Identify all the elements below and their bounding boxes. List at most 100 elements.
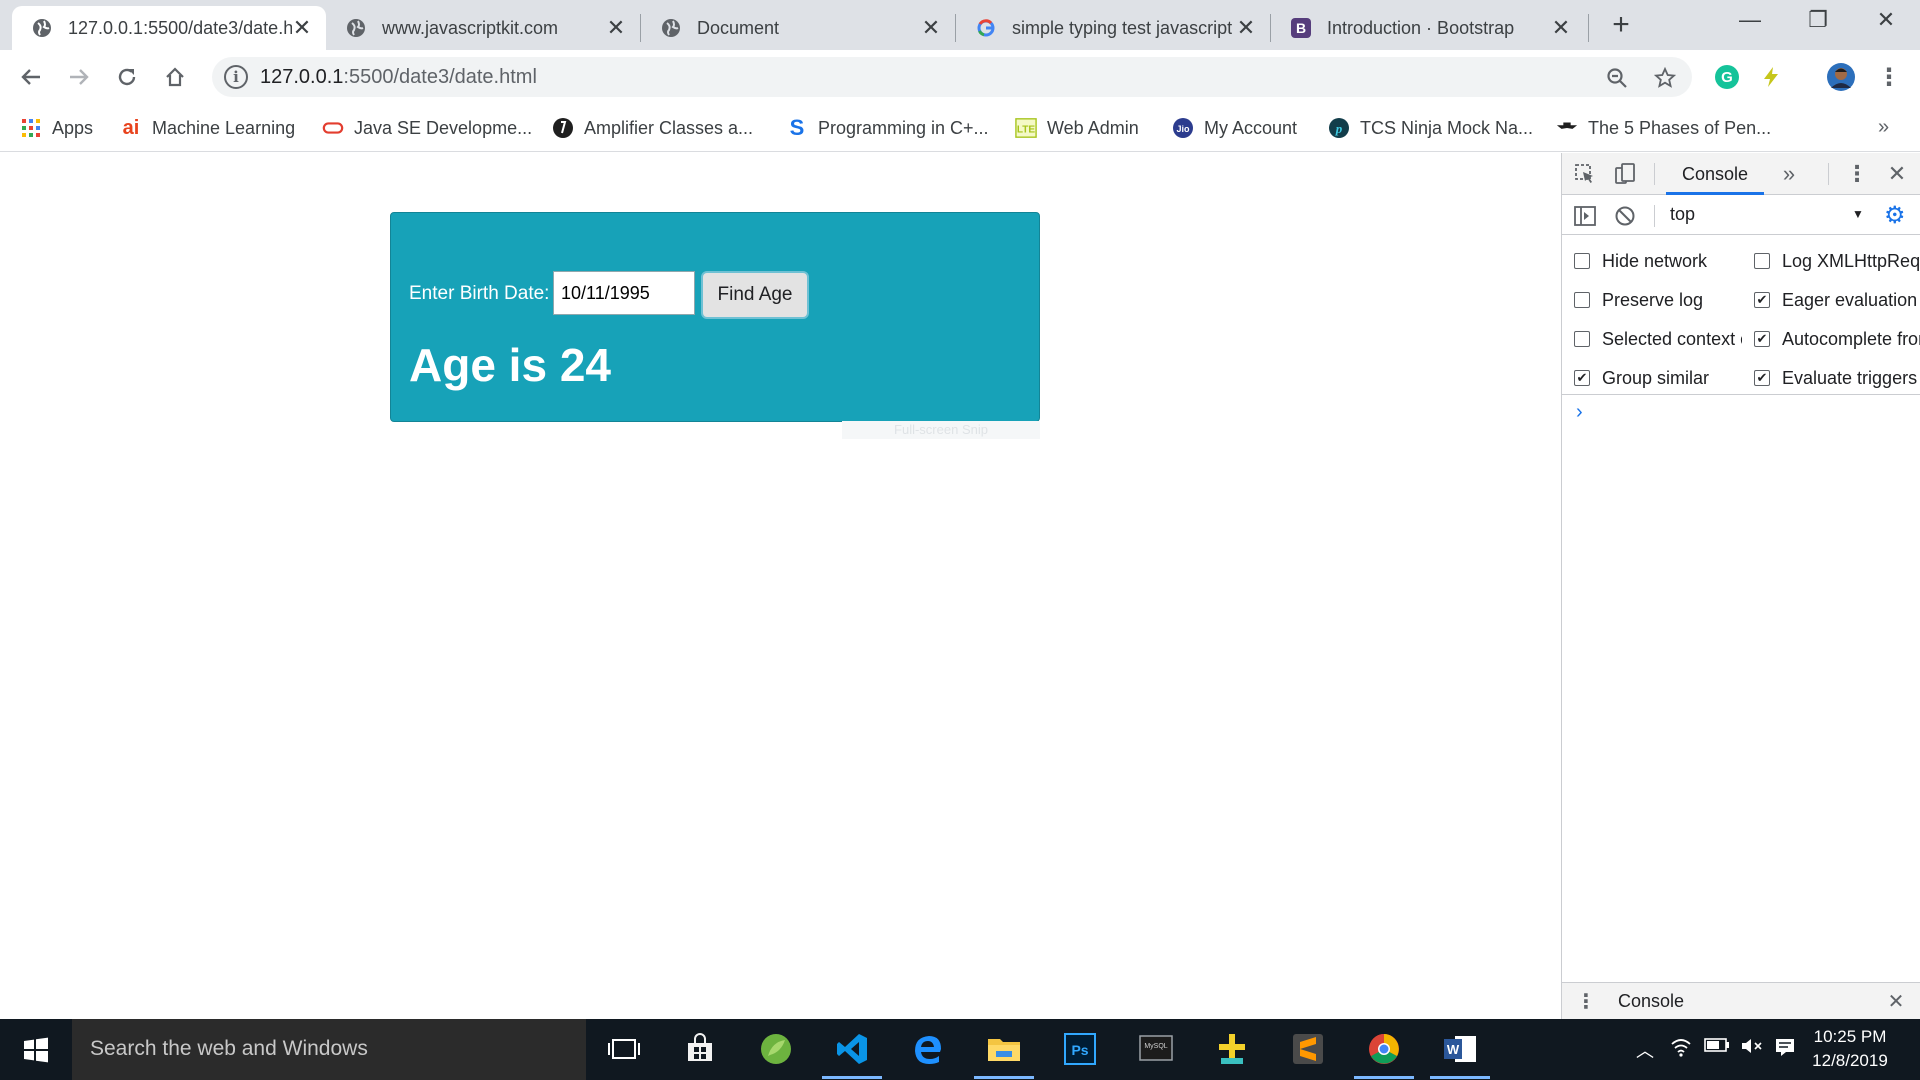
reload-button[interactable] bbox=[108, 58, 146, 96]
checkbox-eager-evaluation[interactable]: ✔ bbox=[1754, 292, 1770, 308]
system-clock[interactable]: 10:25 PM 12/8/2019 bbox=[1805, 1025, 1895, 1073]
tab-date-html[interactable]: 127.0.0.1:5500/date3/date.h ✕ bbox=[12, 6, 326, 50]
new-tab-button[interactable]: + bbox=[1605, 8, 1637, 42]
drawer-menu-icon[interactable]: ⋮ bbox=[1574, 989, 1598, 1013]
option-label: Group similar bbox=[1602, 367, 1710, 388]
more-tabs-icon[interactable]: » bbox=[1776, 161, 1802, 187]
option-label: Preserve log bbox=[1602, 289, 1704, 310]
bookmark-my-account[interactable]: Jio My Account bbox=[1172, 114, 1297, 142]
globe-icon bbox=[661, 18, 681, 38]
tab-javascriptkit[interactable]: www.javascriptkit.com ✕ bbox=[326, 6, 640, 50]
vscode-icon[interactable] bbox=[822, 1027, 882, 1079]
checkbox-autocomplete-history[interactable]: ✔ bbox=[1754, 331, 1770, 347]
checkbox-preserve-log[interactable] bbox=[1574, 292, 1590, 308]
sublime-text-icon[interactable] bbox=[1286, 1027, 1330, 1071]
option-hide-network[interactable]: Hide network bbox=[1574, 249, 1742, 273]
extension-bolt-icon[interactable] bbox=[1752, 58, 1790, 96]
checkbox-hide-network[interactable] bbox=[1574, 253, 1590, 269]
bookmark-apps[interactable]: Apps bbox=[20, 114, 93, 142]
info-icon[interactable]: i bbox=[224, 65, 248, 89]
close-icon[interactable]: ✕ bbox=[1236, 15, 1256, 41]
console-settings-gear-icon[interactable]: ⚙ bbox=[1884, 201, 1906, 230]
devtools-menu-icon[interactable]: ⋮ bbox=[1844, 161, 1870, 187]
option-group-similar[interactable]: ✔ Group similar bbox=[1574, 366, 1742, 390]
profile-avatar[interactable] bbox=[1822, 58, 1860, 96]
battery-icon[interactable] bbox=[1704, 1037, 1730, 1058]
photoshop-icon[interactable]: Ps bbox=[1058, 1027, 1102, 1071]
installer-plus-icon[interactable] bbox=[1210, 1027, 1254, 1071]
restore-button[interactable]: ❐ bbox=[1784, 0, 1852, 40]
store-icon[interactable] bbox=[678, 1027, 722, 1071]
bookmark-star-icon[interactable] bbox=[1650, 63, 1680, 93]
bookmark-phases-of-pen[interactable]: The 5 Phases of Pen... bbox=[1556, 114, 1771, 142]
bookmark-web-admin[interactable]: LTE Web Admin bbox=[1015, 114, 1139, 142]
svg-text:Jio: Jio bbox=[1176, 124, 1190, 134]
minimize-button[interactable]: — bbox=[1716, 0, 1784, 40]
drawer-title[interactable]: Console bbox=[1618, 991, 1684, 1012]
bookmark-java-se[interactable]: Java SE Developme... bbox=[322, 114, 532, 142]
taskbar-search-box[interactable]: Search the web and Windows bbox=[72, 1019, 586, 1080]
option-selected-context[interactable]: Selected context only bbox=[1574, 327, 1742, 351]
checkbox-selected-context[interactable] bbox=[1574, 331, 1590, 347]
forward-button[interactable] bbox=[60, 58, 98, 96]
show-hidden-icons-chevron-icon[interactable]: ︿ bbox=[1636, 1037, 1654, 1063]
show-sidebar-icon[interactable] bbox=[1572, 203, 1598, 229]
clear-console-icon[interactable] bbox=[1612, 203, 1638, 229]
devtools-divider bbox=[1654, 205, 1655, 227]
option-log-xmlhttprequests[interactable]: Log XMLHttpRequests bbox=[1754, 249, 1920, 273]
snip-hint: Full-screen Snip bbox=[842, 421, 1040, 439]
start-button[interactable] bbox=[0, 1019, 72, 1080]
back-button[interactable] bbox=[12, 58, 50, 96]
chrome-menu-icon[interactable]: ⋮ bbox=[1870, 58, 1908, 96]
close-icon[interactable]: ✕ bbox=[606, 15, 626, 41]
close-icon[interactable]: ✕ bbox=[1551, 15, 1571, 41]
option-label: Selected context only bbox=[1602, 328, 1742, 349]
spring-tool-suite-icon[interactable] bbox=[754, 1027, 798, 1071]
checkbox-group-similar[interactable]: ✔ bbox=[1574, 370, 1590, 386]
mysql-console-icon[interactable]: MySQL bbox=[1134, 1027, 1178, 1071]
bookmark-tcs-ninja[interactable]: p TCS Ninja Mock Na... bbox=[1328, 114, 1533, 142]
home-button[interactable] bbox=[156, 58, 194, 96]
context-selector[interactable]: top bbox=[1670, 204, 1695, 225]
volume-muted-icon[interactable] bbox=[1740, 1037, 1764, 1060]
bookmark-label: TCS Ninja Mock Na... bbox=[1360, 117, 1534, 138]
device-toolbar-icon[interactable] bbox=[1612, 161, 1638, 187]
bookmark-machine-learning[interactable]: ai Machine Learning bbox=[120, 114, 295, 142]
find-age-button[interactable]: Find Age bbox=[701, 271, 809, 319]
option-preserve-log[interactable]: Preserve log bbox=[1574, 288, 1742, 312]
dropdown-arrow-icon[interactable]: ▼ bbox=[1852, 207, 1864, 221]
chrome-icon[interactable] bbox=[1354, 1027, 1414, 1079]
bookmark-amplifier-classes[interactable]: Amplifier Classes a... bbox=[552, 114, 753, 142]
close-icon[interactable]: ✕ bbox=[292, 15, 312, 41]
option-autocomplete-history[interactable]: ✔ Autocomplete from history bbox=[1754, 327, 1920, 351]
inspect-element-icon[interactable] bbox=[1572, 161, 1598, 187]
close-icon[interactable]: ✕ bbox=[921, 15, 941, 41]
grammarly-extension-icon[interactable]: G bbox=[1708, 58, 1746, 96]
word-icon[interactable]: W bbox=[1430, 1027, 1490, 1079]
tab-document[interactable]: Document ✕ bbox=[641, 6, 955, 50]
action-center-icon[interactable] bbox=[1774, 1037, 1796, 1062]
file-explorer-icon[interactable] bbox=[974, 1027, 1034, 1079]
console-prompt[interactable]: › bbox=[1576, 401, 1583, 424]
edge-icon[interactable] bbox=[906, 1027, 950, 1071]
console-drawer: ⋮ Console ✕ bbox=[1562, 982, 1920, 1019]
tab-typing-test[interactable]: simple typing test javascript ✕ bbox=[956, 6, 1270, 50]
close-devtools-icon[interactable]: ✕ bbox=[1884, 161, 1910, 187]
checkbox-log-xmlhttprequests[interactable] bbox=[1754, 253, 1770, 269]
task-view-icon[interactable] bbox=[602, 1027, 646, 1071]
address-bar[interactable]: i 127.0.0.1:5500/date3/date.html bbox=[212, 57, 1692, 97]
checkbox-evaluate-triggers[interactable]: ✔ bbox=[1754, 370, 1770, 386]
tab-bootstrap[interactable]: B Introduction · Bootstrap ✕ bbox=[1271, 6, 1585, 50]
close-drawer-icon[interactable]: ✕ bbox=[1884, 989, 1908, 1013]
birth-date-input[interactable] bbox=[553, 271, 695, 315]
close-window-button[interactable]: ✕ bbox=[1852, 0, 1920, 40]
wifi-icon[interactable] bbox=[1670, 1037, 1692, 1062]
url-text[interactable]: 127.0.0.1:5500/date3/date.html bbox=[260, 66, 537, 89]
zoom-icon[interactable] bbox=[1602, 63, 1632, 93]
bookmarks-overflow-button[interactable]: » bbox=[1878, 116, 1889, 139]
tab-console[interactable]: Console bbox=[1666, 153, 1765, 195]
bookmark-programming-cpp[interactable]: S Programming in C+... bbox=[786, 114, 989, 142]
option-eager-evaluation[interactable]: ✔ Eager evaluation bbox=[1754, 288, 1920, 312]
option-evaluate-triggers[interactable]: ✔ Evaluate triggers user activation bbox=[1754, 366, 1920, 390]
svg-text:MySQL: MySQL bbox=[1144, 1043, 1167, 1050]
